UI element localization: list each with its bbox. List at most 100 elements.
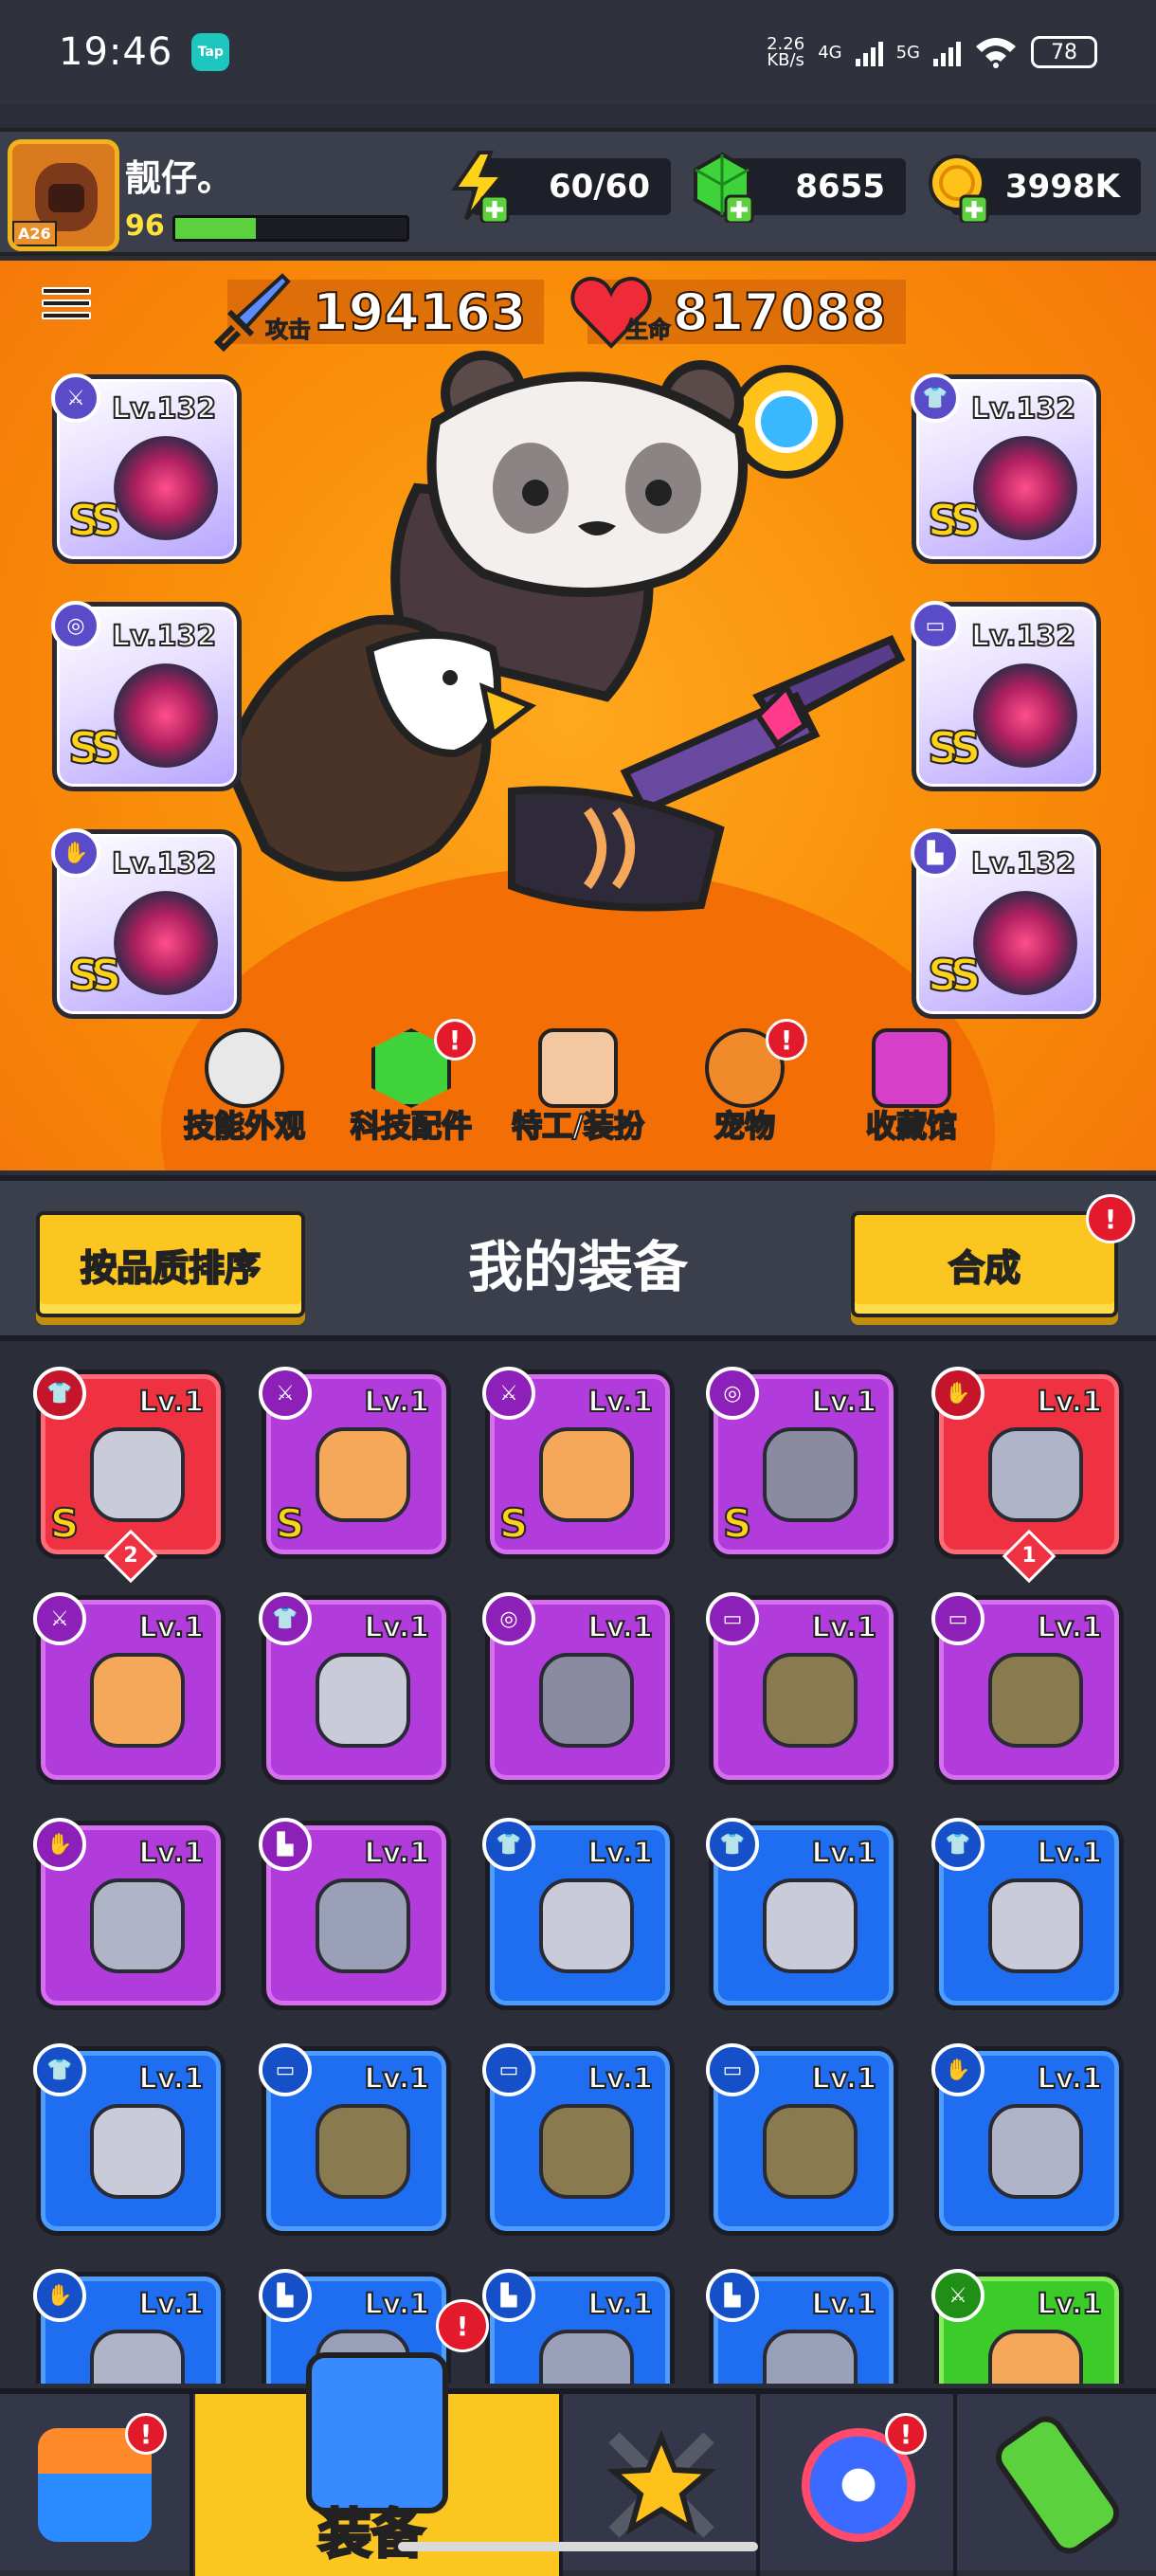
inventory-item[interactable]: ⚔ Lv.1 bbox=[33, 1592, 226, 1785]
item-level: Lv.1 bbox=[811, 1385, 877, 1420]
shirt-slot-icon: 👕 bbox=[911, 373, 960, 423]
weapon-item-art bbox=[988, 2330, 1083, 2384]
armor-item-art bbox=[90, 2104, 185, 2199]
necklace-art bbox=[114, 663, 218, 768]
inventory-item[interactable]: ✋ Lv.1 1 bbox=[931, 1367, 1124, 1584]
inventory-item[interactable]: ▙ Lv.1 bbox=[706, 2269, 898, 2384]
menu-list-icon[interactable] bbox=[42, 287, 91, 335]
gold-counter[interactable]: 3998K bbox=[929, 154, 1141, 223]
clock: 19:46 bbox=[59, 30, 173, 74]
gem-counter[interactable]: 8655 bbox=[694, 152, 906, 223]
inventory-item[interactable]: ✋ Lv.1 bbox=[33, 1818, 226, 2010]
armor-art bbox=[973, 436, 1077, 540]
inventory-item[interactable]: 👕 Lv.1 bbox=[706, 1818, 898, 2010]
slot-grade: SS bbox=[67, 494, 122, 547]
inventory-item[interactable]: ⚔ Lv.1 S bbox=[259, 1367, 451, 1559]
gloves-slot-icon: ✋ bbox=[33, 2269, 86, 2322]
item-grade: S bbox=[275, 1499, 305, 1548]
gloves-slot-icon: ✋ bbox=[931, 2043, 984, 2096]
inventory-item[interactable]: 👕 Lv.1 bbox=[33, 2043, 226, 2236]
tab-skill-appearance[interactable]: 技能外观 bbox=[161, 1019, 328, 1170]
inventory-item[interactable]: 👕 Lv.1 bbox=[931, 1818, 1124, 2010]
inventory-item[interactable]: ✋ Lv.1 bbox=[931, 2043, 1124, 2236]
tab-agent-costume[interactable]: 特工/装扮 bbox=[495, 1019, 661, 1170]
tab-label: 宠物 bbox=[713, 1107, 776, 1145]
item-level: Lv.1 bbox=[587, 1385, 654, 1420]
slot-grade: SS bbox=[927, 949, 982, 1002]
inventory-item[interactable]: ▭ Lv.1 bbox=[482, 2043, 675, 2236]
weapon-slot-icon: ⚔ bbox=[482, 1367, 535, 1420]
armor-slot-icon: 👕 bbox=[33, 2043, 86, 2096]
inventory-item[interactable]: ◎ Lv.1 bbox=[482, 1592, 675, 1785]
attack-value: 194163 bbox=[312, 281, 527, 343]
gloves-art bbox=[114, 891, 218, 995]
tab-tech-parts[interactable]: 科技配件 ! bbox=[328, 1019, 495, 1170]
merge-button[interactable]: 合成 bbox=[851, 1211, 1118, 1317]
inventory-item[interactable]: ⚔ Lv.1 bbox=[931, 2269, 1124, 2384]
inventory-item[interactable]: ◎ Lv.1 S bbox=[706, 1367, 898, 1559]
equipped-slot-belt[interactable]: ▭ Lv.132 SS bbox=[911, 601, 1101, 791]
nav-evolution[interactable] bbox=[961, 2394, 1154, 2576]
inventory-item[interactable]: ▭ Lv.1 bbox=[706, 2043, 898, 2236]
inventory-item[interactable]: ▭ Lv.1 bbox=[259, 2043, 451, 2236]
notification-badge: ! bbox=[436, 2299, 489, 2352]
item-level: Lv.1 bbox=[1037, 2287, 1103, 2322]
xp-progress-fill bbox=[175, 218, 257, 239]
item-level: Lv.1 bbox=[587, 2061, 654, 2096]
energy-counter[interactable]: 60/60 bbox=[451, 151, 671, 223]
equipped-slot-gloves[interactable]: ✋ Lv.132 SS bbox=[51, 828, 242, 1019]
signal-4g-icon bbox=[855, 38, 883, 66]
slot-level: Lv.132 bbox=[111, 846, 217, 881]
inventory-item[interactable]: 👕 Lv.1 bbox=[259, 1592, 451, 1785]
armor-item-art bbox=[539, 1878, 634, 1973]
boots-slot-icon: ▙ bbox=[706, 2269, 759, 2322]
inventory-item[interactable]: ✋ Lv.1 bbox=[33, 2269, 226, 2384]
boots-slot-icon: ▙ bbox=[259, 1818, 312, 1871]
merge-notification-badge: ! bbox=[1086, 1194, 1135, 1243]
equipped-slot-weapon[interactable]: ⚔ Lv.132 SS bbox=[51, 373, 242, 564]
equipped-slot-boots[interactable]: ▙ Lv.132 SS bbox=[911, 828, 1101, 1019]
belt-slot-icon: ▭ bbox=[706, 2043, 759, 2096]
net-5g-label: 5G bbox=[895, 42, 920, 63]
equipped-slot-necklace[interactable]: ◎ Lv.132 SS bbox=[51, 601, 242, 791]
inventory-item[interactable]: 👕 Lv.1 S 2 bbox=[33, 1367, 226, 1584]
nav-talents[interactable]: ! bbox=[764, 2394, 957, 2576]
equipped-slot-armor[interactable]: 👕 Lv.132 SS bbox=[911, 373, 1101, 564]
player-avatar[interactable]: A26 bbox=[8, 139, 119, 251]
slot-grade: SS bbox=[67, 949, 122, 1002]
gold-value: 3998K bbox=[1005, 168, 1120, 206]
inventory-item[interactable]: ▭ Lv.1 bbox=[931, 1592, 1124, 1785]
tab-collection[interactable]: 收藏馆 bbox=[828, 1019, 995, 1170]
inventory-item[interactable]: ▙ Lv.1 bbox=[259, 1818, 451, 2010]
belt-item-art bbox=[763, 1653, 858, 1748]
belt-slot-icon: ▭ bbox=[706, 1592, 759, 1645]
nav-shop[interactable]: ! bbox=[0, 2394, 193, 2576]
weapon-item-art bbox=[90, 1653, 185, 1748]
belt-slot-icon: ▭ bbox=[482, 2043, 535, 2096]
inventory-item[interactable]: ⚔ Lv.1 S bbox=[482, 1367, 675, 1559]
item-level: Lv.1 bbox=[138, 1610, 205, 1645]
wifi-icon bbox=[976, 38, 1016, 68]
hero-character-illustration bbox=[227, 351, 906, 912]
inventory-item[interactable]: 👕 Lv.1 bbox=[482, 1818, 675, 2010]
armor-slot-icon: 👕 bbox=[482, 1818, 535, 1871]
item-grade: S bbox=[722, 1499, 752, 1548]
notification-badge: ! bbox=[766, 1019, 807, 1061]
item-level: Lv.1 bbox=[811, 2287, 877, 2322]
inventory-item[interactable]: ▙ Lv.1 bbox=[482, 2269, 675, 2384]
tab-pets[interactable]: 宠物 ! bbox=[661, 1019, 828, 1170]
weapon-slot-icon: ⚔ bbox=[33, 1592, 86, 1645]
item-level: Lv.1 bbox=[364, 2061, 430, 2096]
boots-slot-icon: ▙ bbox=[482, 2269, 535, 2322]
glove-slot-icon: ✋ bbox=[51, 828, 100, 878]
treasure-chest-icon bbox=[872, 1028, 951, 1108]
slot-level: Lv.132 bbox=[970, 619, 1076, 654]
item-grade: S bbox=[498, 1499, 529, 1548]
armor-item-art bbox=[316, 1653, 410, 1748]
armor-slot-icon: 👕 bbox=[259, 1592, 312, 1645]
item-level: Lv.1 bbox=[138, 2287, 205, 2322]
inventory-item[interactable]: ▭ Lv.1 bbox=[706, 1592, 898, 1785]
tab-label: 收藏馆 bbox=[865, 1107, 958, 1145]
item-level: Lv.1 bbox=[811, 1610, 877, 1645]
home-indicator[interactable] bbox=[398, 2542, 758, 2551]
